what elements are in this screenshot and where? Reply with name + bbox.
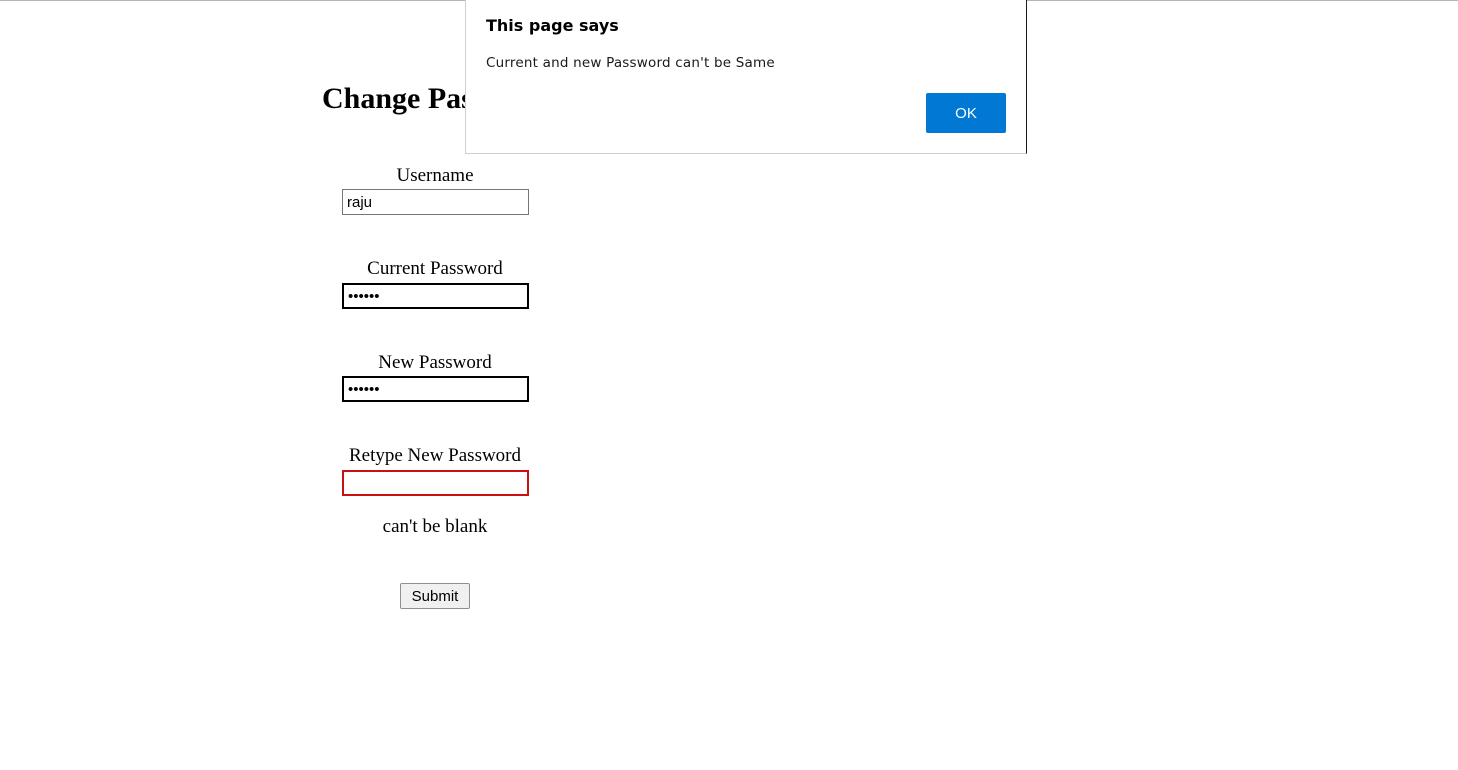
retype-new-password-input[interactable] xyxy=(342,470,529,496)
submit-button[interactable]: Submit xyxy=(400,583,470,609)
retype-new-password-label: Retype New Password xyxy=(348,445,522,466)
new-password-label: New Password xyxy=(378,352,492,373)
username-input[interactable] xyxy=(342,189,529,215)
username-label: Username xyxy=(396,165,474,186)
current-password-input[interactable] xyxy=(342,283,529,309)
dialog-message: Current and new Password can't be Same xyxy=(486,55,775,71)
current-password-label: Current Password xyxy=(367,258,503,279)
dialog-title: This page says xyxy=(486,16,619,35)
dialog-ok-button[interactable]: OK xyxy=(926,93,1006,133)
new-password-input[interactable] xyxy=(342,376,529,402)
retype-password-error-message: can't be blank xyxy=(382,516,488,537)
alert-dialog: This page says Current and new Password … xyxy=(465,0,1027,154)
